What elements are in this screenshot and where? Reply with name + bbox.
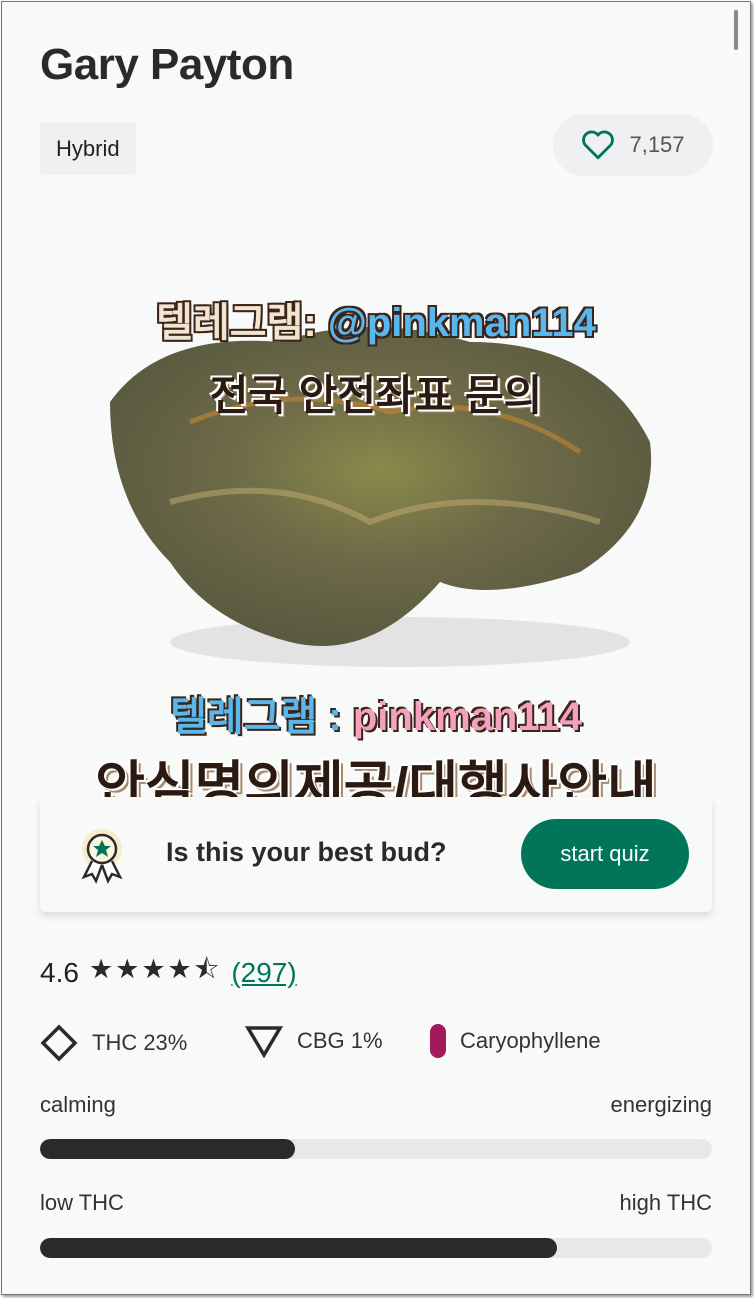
bar-fill <box>40 1238 558 1258</box>
effect-right-label: energizing <box>610 1092 712 1117</box>
overlay-line-2: 전국 안전좌표 문의 <box>209 372 543 419</box>
rating-row: 4.6 ★★★★⯪ (297) <box>40 950 297 996</box>
bar-fill <box>40 1139 296 1159</box>
strain-page: Gary Payton Hybrid 7,157 텔레그램: @pinkman1… <box>1 1 751 1295</box>
scrollbar[interactable] <box>734 10 738 50</box>
heart-icon <box>582 130 615 160</box>
favorite-button[interactable]: 7,157 <box>553 114 713 176</box>
start-quiz-button[interactable]: start quiz <box>521 819 689 889</box>
effect-left-label: calming <box>40 1092 116 1117</box>
thc-item: THC 23% <box>40 1024 187 1062</box>
review-count-link[interactable]: (297) <box>231 957 296 989</box>
award-badge-icon <box>81 829 123 884</box>
thc-level-bar <box>40 1238 712 1258</box>
quiz-question: Is this your best bud? <box>166 837 447 867</box>
star-rating-icon: ★★★★⯪ <box>88 954 222 984</box>
strain-type-chip[interactable]: Hybrid <box>40 122 136 175</box>
cbg-item: CBG 1% <box>245 1024 383 1058</box>
terpene-item: Caryophyllene <box>430 1024 601 1058</box>
overlay-line-1: 텔레그램: @pinkman114 <box>156 301 596 345</box>
thc-high-label: high THC <box>619 1190 712 1215</box>
cbg-label: CBG 1% <box>297 1028 383 1053</box>
strain-title: Gary Payton <box>40 40 294 89</box>
thc-label: THC 23% <box>92 1030 188 1055</box>
likes-count: 7,157 <box>629 132 685 157</box>
calming-energizing-bar <box>40 1139 712 1159</box>
thc-low-label: low THC <box>40 1190 124 1215</box>
quiz-card: Is this your best bud? start quiz <box>40 797 712 912</box>
strain-image: 텔레그램: @pinkman114 전국 안전좌표 문의 텔레그램 : pink… <box>40 222 712 832</box>
terpene-pill-icon <box>430 1024 446 1058</box>
terpene-label: Caryophyllene <box>460 1028 601 1053</box>
rating-value: 4.6 <box>40 957 79 988</box>
overlay-line-3: 텔레그램 : pinkman114 <box>170 695 582 739</box>
triangle-icon <box>245 1026 283 1058</box>
diamond-icon <box>40 1024 78 1062</box>
